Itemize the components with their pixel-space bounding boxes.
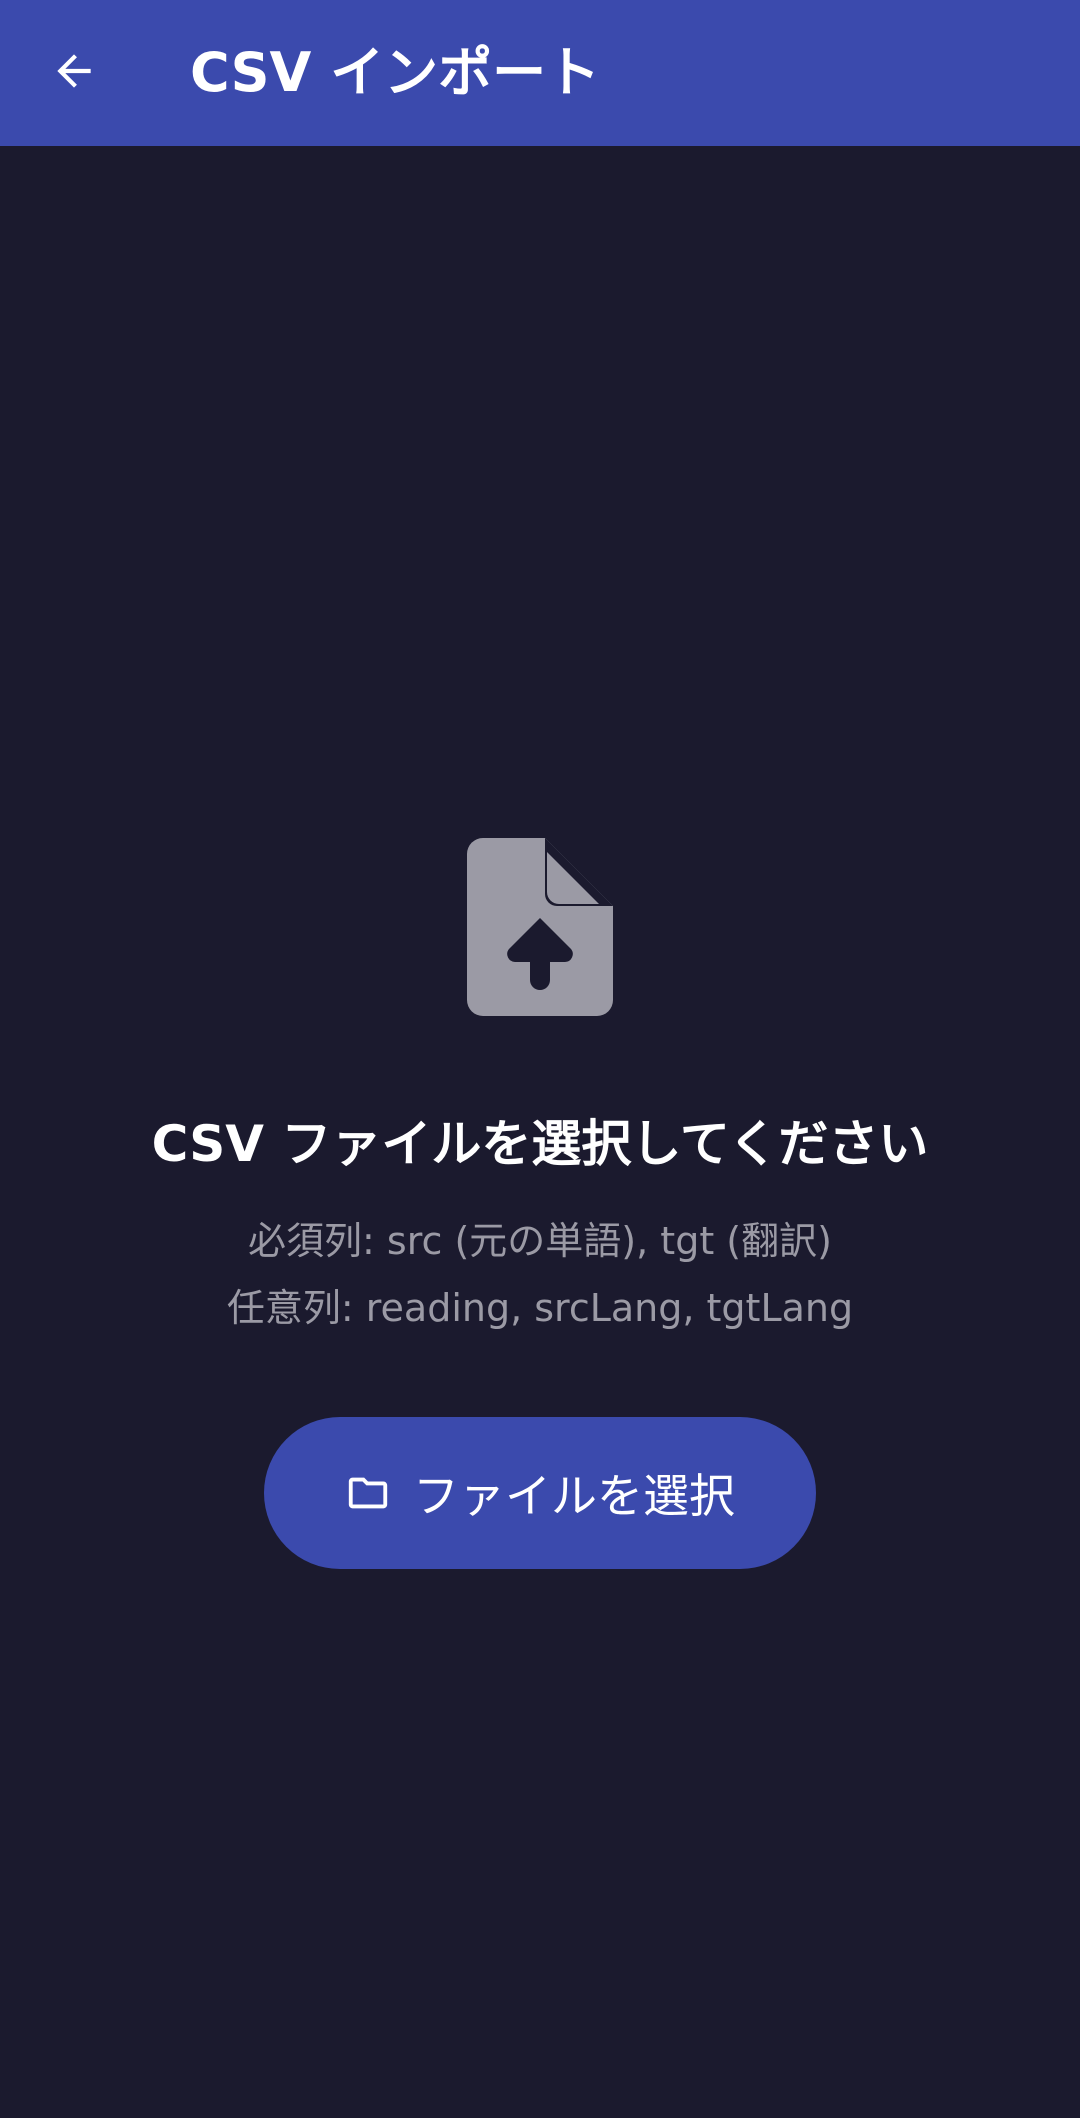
optional-columns-text: 任意列: reading, srcLang, tgtLang	[226, 1286, 854, 1330]
select-file-button-label: ファイルを選択	[413, 1469, 735, 1523]
app-bar: CSV インポート	[0, 0, 1080, 146]
main-content: CSV ファイルを選択してください 必須列: src (元の単語), tgt (…	[0, 146, 1080, 2118]
page-title: CSV インポート	[190, 41, 601, 104]
file-upload-icon	[467, 838, 613, 1016]
csv-import-screen: CSV インポート CSV ファイルを選択してください 必須列: src (元の…	[0, 0, 1080, 2118]
select-file-button[interactable]: ファイルを選択	[264, 1417, 816, 1569]
back-button[interactable]	[30, 33, 118, 113]
folder-icon	[345, 1470, 391, 1516]
arrow-back-icon	[49, 46, 99, 100]
select-file-heading: CSV ファイルを選択してください	[151, 1115, 929, 1173]
required-columns-text: 必須列: src (元の単語), tgt (翻訳)	[248, 1219, 832, 1263]
